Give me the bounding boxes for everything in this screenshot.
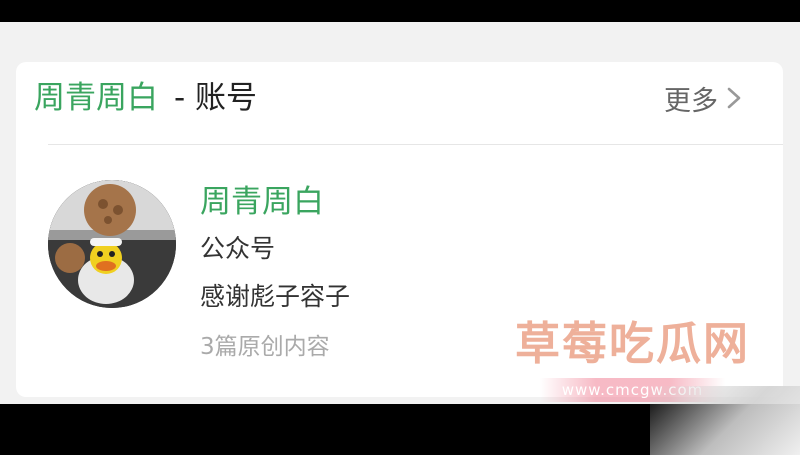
more-link[interactable]: 更多 [664,78,744,118]
account-name[interactable]: 周青周白 [200,182,324,222]
watermark-logo-text: 草莓吃瓜网 [515,317,751,370]
account-description: 感谢彪子容子 [200,282,351,311]
header-divider [48,144,783,145]
card-header: 周青周白 - 账号 更多 [34,78,744,118]
chevron-right-icon [724,83,744,113]
original-content-count: 3篇原创内容 [200,334,330,360]
avatar[interactable] [48,180,176,308]
top-black-bar [0,0,800,22]
account-type: 公众号 [200,234,276,263]
bottom-right-glow [650,386,800,455]
header-title-suffix: - 账号 [174,80,258,116]
more-label: 更多 [664,85,718,117]
header-account-name[interactable]: 周青周白 [34,78,158,118]
